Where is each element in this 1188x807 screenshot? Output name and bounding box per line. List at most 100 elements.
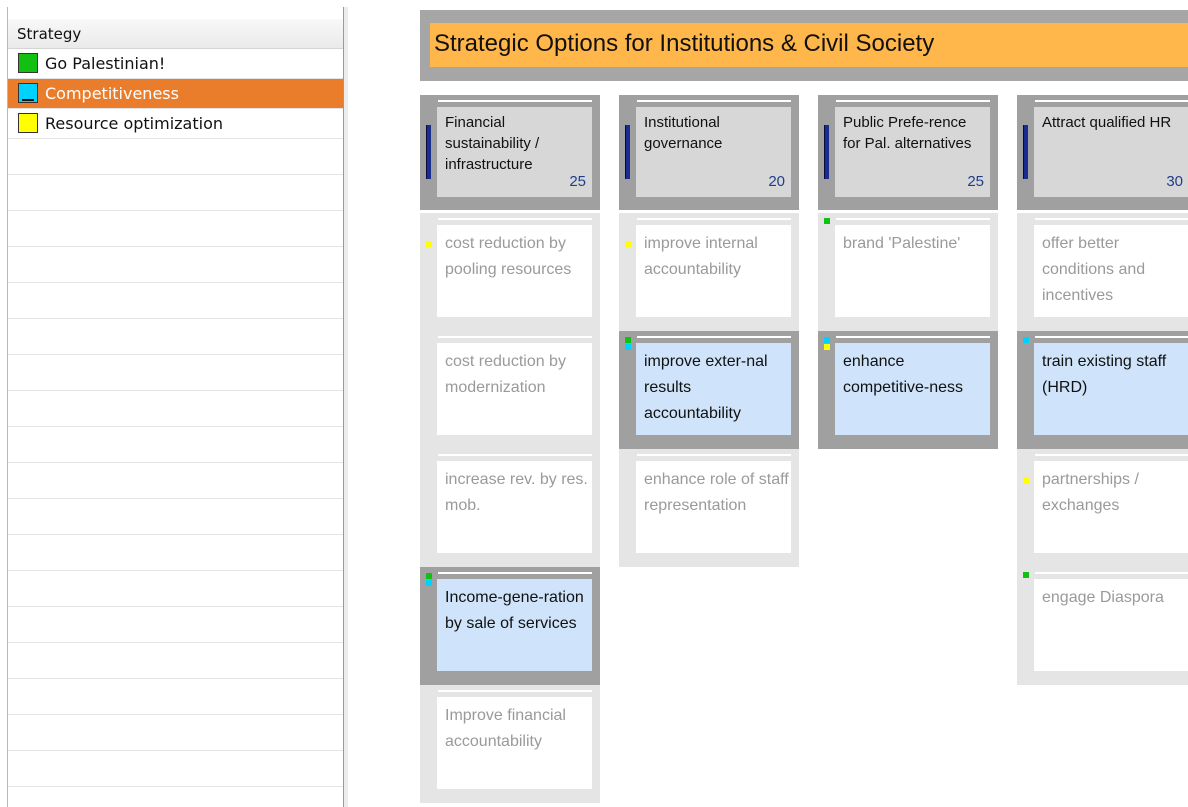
strategy-item-label: Resource optimization (45, 114, 224, 133)
option-cell[interactable]: enhance role of staff representation (619, 449, 799, 567)
option-cell[interactable]: improve internal accountability (619, 213, 799, 331)
option-topline (438, 454, 592, 456)
option-cell[interactable]: offer better conditions and incentives (1017, 213, 1188, 331)
strategy-tag-marker (1023, 477, 1029, 483)
option-topline (836, 218, 990, 220)
empty-row (8, 391, 344, 427)
option-cell[interactable]: enhance competitive-ness (818, 331, 998, 449)
strategy-tag-marker (1023, 337, 1029, 343)
option-topline (836, 336, 990, 338)
column-weight: 30 (1166, 173, 1183, 190)
option-cell[interactable]: cost reduction by modernization (420, 331, 600, 449)
option-card: cost reduction by pooling resources (437, 225, 592, 317)
option-card: cost reduction by modernization (437, 343, 592, 435)
board-title-frame: Strategic Options for Institutions & Civ… (420, 10, 1188, 81)
option-cell[interactable]: improve exter-nal results accountability (619, 331, 799, 449)
option-topline (637, 218, 791, 220)
empty-row (8, 175, 344, 211)
board-title-text: Strategic Options for Institutions & Civ… (434, 30, 935, 57)
header-card: Attract qualified HR (1034, 107, 1188, 197)
column-header-label: Public Prefe-rence for Pal. alternatives (843, 114, 972, 152)
strategy-tag-marker (824, 218, 830, 224)
strategy-item[interactable]: Competitiveness (8, 79, 344, 109)
option-card: offer better conditions and incentives (1034, 225, 1188, 317)
column-header-label: Financial sustainability / infrastructur… (445, 114, 540, 173)
option-card: engage Diaspora (1034, 579, 1188, 671)
option-label: increase rev. by res. mob. (445, 471, 588, 514)
strategy-tag-marker (625, 337, 631, 343)
strategy-tag-marker (824, 344, 830, 350)
option-cell[interactable]: train existing staff (HRD) (1017, 331, 1188, 449)
strategy-item[interactable]: Resource optimization (8, 109, 344, 139)
option-topline (1035, 454, 1188, 456)
option-cell[interactable]: cost reduction by pooling resources (420, 213, 600, 331)
strategy-item-label: Competitiveness (45, 84, 179, 103)
strategy-tag-marker (824, 337, 830, 343)
empty-row (8, 751, 344, 787)
empty-row (8, 679, 344, 715)
empty-row (8, 463, 344, 499)
option-card: enhance competitive-ness (835, 343, 990, 435)
option-card: brand 'Palestine' (835, 225, 990, 317)
strategy-panel: Strategy Go Palestinian! Competitiveness R… (7, 7, 345, 807)
empty-row (8, 427, 344, 463)
column-header[interactable]: Financial sustainability / infrastructur… (420, 95, 600, 210)
option-cell[interactable]: engage Diaspora (1017, 567, 1188, 685)
option-label: improve internal accountability (644, 235, 758, 278)
option-label: enhance role of staff representation (644, 471, 789, 514)
option-cell[interactable]: Improve financial accountability (420, 685, 600, 803)
option-topline (637, 336, 791, 338)
empty-row (8, 643, 344, 679)
option-cell[interactable]: brand 'Palestine' (818, 213, 998, 331)
header-topline (438, 100, 592, 102)
weight-bar (1023, 125, 1028, 179)
option-topline (438, 218, 592, 220)
option-label: Improve financial accountability (445, 707, 566, 750)
weight-bar (625, 125, 630, 179)
empty-row (8, 283, 344, 319)
option-label: improve exter-nal results accountability (644, 353, 768, 422)
column-weight: 25 (569, 173, 586, 190)
column-header[interactable]: Attract qualified HR 30 (1017, 95, 1188, 210)
column-header-label: Institutional governance (644, 114, 723, 152)
empty-row (8, 319, 344, 355)
option-topline (438, 336, 592, 338)
strategy-tag-marker (426, 580, 432, 586)
option-cell[interactable]: Income-gene-ration by sale of services (420, 567, 600, 685)
option-card: increase rev. by res. mob. (437, 461, 592, 553)
column-header-label: Attract qualified HR (1042, 114, 1172, 131)
empty-row (8, 139, 344, 175)
option-label: engage Diaspora (1042, 589, 1164, 606)
panel-splitter[interactable] (343, 7, 348, 807)
option-topline (438, 572, 592, 574)
strategy-item[interactable]: Go Palestinian! (8, 49, 344, 79)
option-cell[interactable]: increase rev. by res. mob. (420, 449, 600, 567)
option-card: Income-gene-ration by sale of services (437, 579, 592, 671)
option-label: brand 'Palestine' (843, 235, 961, 252)
option-card: improve exter-nal results accountability (636, 343, 791, 435)
option-topline (637, 454, 791, 456)
header-topline (1035, 100, 1188, 102)
option-card: train existing staff (HRD) (1034, 343, 1188, 435)
column-header[interactable]: Institutional governance 20 (619, 95, 799, 210)
option-column: Institutional governance 20 improve intern… (619, 95, 799, 567)
strategy-item-label: Go Palestinian! (45, 54, 166, 73)
column-header[interactable]: Public Prefe-rence for Pal. alternatives… (818, 95, 998, 210)
column-weight: 25 (967, 173, 984, 190)
strategy-header-label: Strategy (17, 25, 82, 43)
option-label: cost reduction by pooling resources (445, 235, 572, 278)
column-weight: 20 (768, 173, 785, 190)
option-topline (1035, 572, 1188, 574)
board-title[interactable]: Strategic Options for Institutions & Civ… (430, 23, 1188, 67)
strategy-tag-marker (426, 241, 432, 247)
strategy-color-swatch (18, 113, 38, 133)
option-column: Attract qualified HR 30 offer better condi… (1017, 95, 1188, 685)
option-card: enhance role of staff representation (636, 461, 791, 553)
strategy-color-swatch (18, 83, 38, 103)
empty-row (8, 211, 344, 247)
weight-bar (426, 125, 431, 179)
strategy-tag-marker (1023, 572, 1029, 578)
empty-row (8, 787, 344, 807)
option-cell[interactable]: partnerships / exchanges (1017, 449, 1188, 567)
empty-row (8, 355, 344, 391)
